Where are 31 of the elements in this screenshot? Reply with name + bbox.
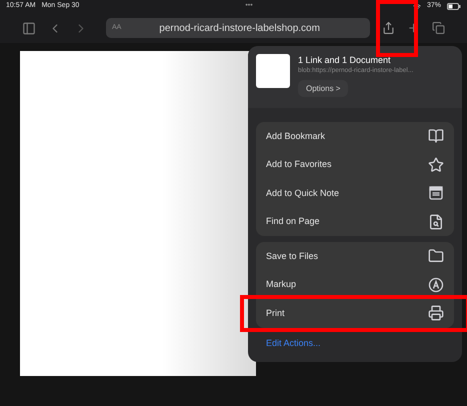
sidebar-icon[interactable] bbox=[22, 20, 36, 36]
star-icon bbox=[428, 156, 444, 173]
book-icon bbox=[428, 128, 444, 144]
share-icon[interactable] bbox=[382, 21, 395, 35]
action-item[interactable]: Find on Page bbox=[256, 208, 454, 236]
tabs-icon[interactable] bbox=[432, 21, 445, 35]
action-label: Save to Files bbox=[266, 250, 318, 262]
note-icon bbox=[428, 185, 444, 202]
action-label: Print bbox=[266, 306, 285, 320]
battery-icon bbox=[447, 3, 461, 10]
document-search-icon bbox=[428, 214, 444, 230]
printer-icon bbox=[428, 305, 444, 322]
share-title: 1 Link and 1 Document bbox=[298, 54, 391, 66]
pen-circle-icon bbox=[428, 276, 444, 293]
action-item[interactable]: Print bbox=[244, 299, 466, 328]
action-item[interactable]: Add to Quick Note bbox=[256, 179, 454, 208]
document-thumbnail bbox=[256, 54, 290, 88]
action-label: Add Bookmark bbox=[266, 130, 326, 142]
action-item[interactable]: Add Bookmark bbox=[256, 122, 454, 150]
action-label: Find on Page bbox=[266, 215, 320, 228]
folder-icon bbox=[428, 248, 444, 264]
action-label: Add to Favorites bbox=[266, 158, 332, 171]
action-label: Markup bbox=[266, 278, 296, 291]
action-item[interactable]: Markup bbox=[256, 270, 454, 299]
edit-actions-link[interactable]: Edit Actions... bbox=[266, 336, 454, 350]
action-label: Add to Quick Note bbox=[266, 186, 340, 200]
action-item[interactable]: Save to Files bbox=[256, 242, 454, 270]
wifi-icon bbox=[412, 2, 421, 10]
action-item[interactable]: Add to Favorites bbox=[256, 150, 454, 179]
options-button[interactable]: Options > bbox=[298, 80, 348, 97]
url-text: pernod-ricard-instore-labelshop.com bbox=[159, 22, 320, 36]
